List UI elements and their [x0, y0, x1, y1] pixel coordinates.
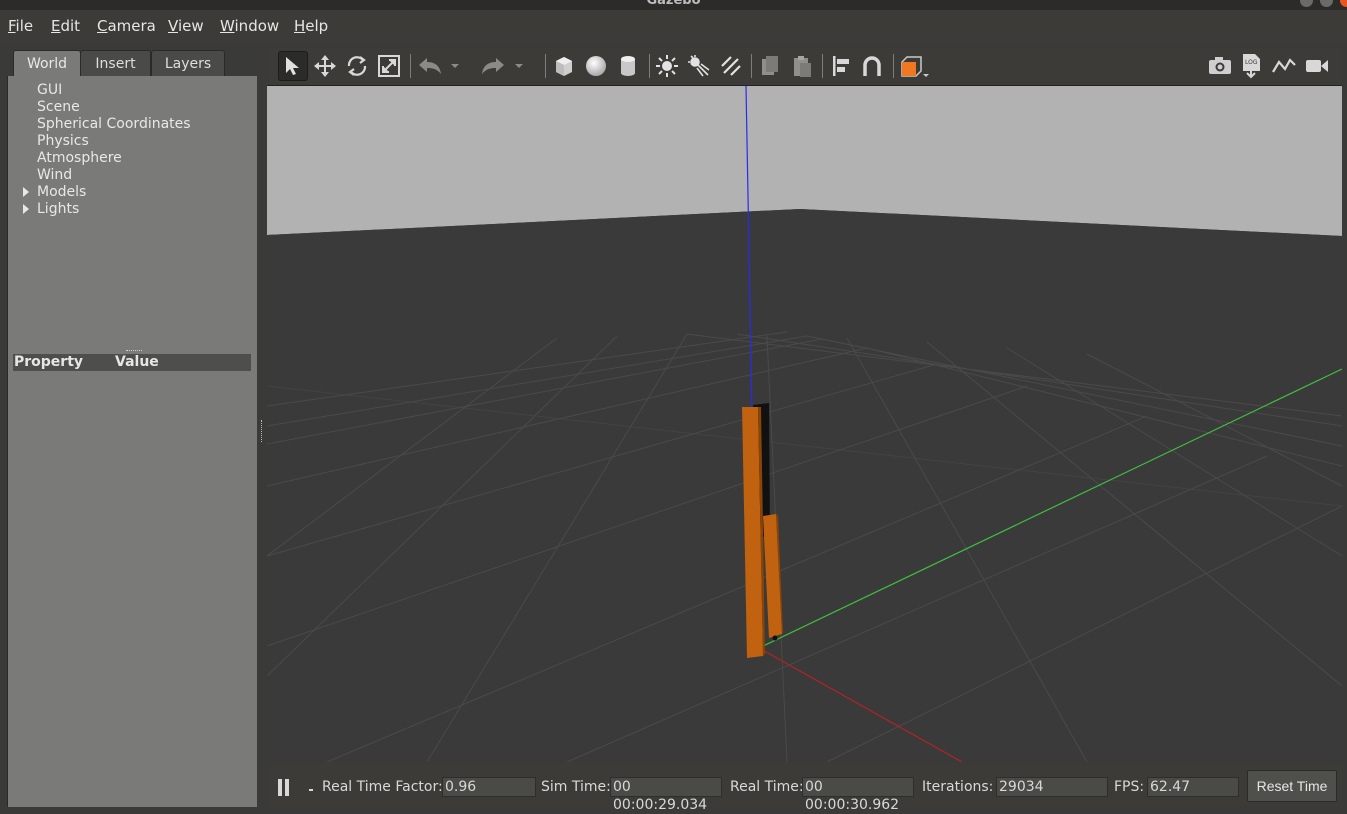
iterations-value: 29034 [996, 777, 1108, 797]
spot-light-icon[interactable] [684, 51, 714, 81]
plot-icon[interactable] [1269, 51, 1299, 81]
real-time-factor-value: 0.96 [442, 777, 536, 797]
step-icon[interactable] [309, 789, 313, 791]
pause-icon[interactable] [277, 779, 291, 796]
toolbar-separator [410, 54, 411, 78]
tree-item-physics[interactable]: Physics [37, 133, 89, 149]
window-title: Gazebo [646, 0, 701, 8]
property-table-header: Property Value [13, 354, 251, 371]
robot-joint [772, 635, 778, 641]
toolbar-separator [893, 54, 894, 78]
log-icon[interactable]: LOG [1237, 51, 1267, 81]
tab-layers[interactable]: Layers [151, 50, 225, 77]
tree-item-wind[interactable]: Wind [37, 167, 72, 183]
real-time-value: 00 00:00:30.962 [802, 777, 914, 813]
world-tree: GUI Scene Spherical Coordinates Physics … [7, 76, 257, 807]
cylinder-shape-icon[interactable] [613, 51, 643, 81]
point-light-icon[interactable] [652, 51, 682, 81]
panel-splitter-handle[interactable] [126, 350, 142, 353]
window-titlebar: Gazebo [0, 0, 1347, 10]
tree-item-lights[interactable]: Lights [37, 201, 79, 217]
expand-arrow-icon[interactable] [23, 187, 29, 197]
box-shape-icon[interactable] [549, 51, 579, 81]
menu-file[interactable]: File [8, 17, 33, 35]
sim-time-label: Sim Time: [541, 779, 611, 795]
menu-help[interactable]: Help [294, 17, 328, 35]
rotate-icon[interactable] [342, 51, 372, 81]
tree-item-gui[interactable]: GUI [37, 82, 62, 98]
fps-label: FPS: [1114, 779, 1145, 795]
sphere-shape-icon[interactable] [581, 51, 611, 81]
left-panel: World Insert Layers GUI Scene Spherical … [7, 48, 257, 807]
undo-dropdown-icon[interactable] [447, 51, 463, 81]
tab-world[interactable]: World [13, 50, 81, 77]
tree-item-atmosphere[interactable]: Atmosphere [37, 150, 122, 166]
scene-render [267, 86, 1342, 762]
screenshot-icon[interactable] [1205, 51, 1235, 81]
real-time-factor-label: Real Time Factor: [322, 779, 443, 795]
property-column-header: Property [14, 354, 84, 370]
align-icon[interactable] [827, 51, 857, 81]
toolbar-separator [545, 54, 546, 78]
menu-bar: File Edit Camera View Window Help [0, 10, 1347, 42]
copy-icon[interactable] [755, 51, 785, 81]
select-arrow-icon[interactable] [278, 51, 308, 81]
ground-plane [267, 209, 1342, 762]
snap-icon[interactable] [857, 51, 887, 81]
redo-dropdown-icon[interactable] [511, 51, 527, 81]
status-bar: Real Time Factor: 0.96 Sim Time: 00 00:0… [267, 763, 1342, 813]
directional-light-icon[interactable] [716, 51, 746, 81]
expand-arrow-icon[interactable] [23, 204, 29, 214]
redo-icon[interactable] [478, 51, 508, 81]
vertical-splitter-handle[interactable] [261, 420, 264, 442]
view-angle-icon[interactable] [898, 51, 932, 81]
tab-insert[interactable]: Insert [80, 50, 151, 77]
toolbar-separator [822, 54, 823, 78]
tree-item-models[interactable]: Models [37, 184, 86, 200]
menu-edit[interactable]: Edit [51, 17, 80, 35]
toolbar-separator [751, 54, 752, 78]
tree-item-spherical-coordinates[interactable]: Spherical Coordinates [37, 116, 191, 132]
tree-item-scene[interactable]: Scene [37, 99, 80, 115]
value-column-header: Value [115, 354, 159, 370]
translate-icon[interactable] [310, 51, 340, 81]
video-record-icon[interactable] [1302, 51, 1332, 81]
fps-value: 62.47 [1147, 777, 1239, 797]
sim-time-value: 00 00:00:29.034 [610, 777, 722, 813]
real-time-label: Real Time: [730, 779, 804, 795]
toolbar-separator [649, 54, 650, 78]
scene-viewport[interactable] [267, 86, 1342, 762]
reset-time-button[interactable]: Reset Time [1247, 770, 1337, 802]
main-toolbar: LOG [267, 48, 1342, 86]
log-label: LOG [1245, 59, 1258, 66]
iterations-label: Iterations: [922, 779, 994, 795]
menu-camera[interactable]: Camera [97, 17, 156, 35]
undo-icon[interactable] [415, 51, 445, 81]
paste-icon[interactable] [787, 51, 817, 81]
menu-window[interactable]: Window [220, 17, 279, 35]
menu-view[interactable]: View [168, 17, 204, 35]
scale-icon[interactable] [374, 51, 404, 81]
window-right-edge [1342, 48, 1347, 807]
